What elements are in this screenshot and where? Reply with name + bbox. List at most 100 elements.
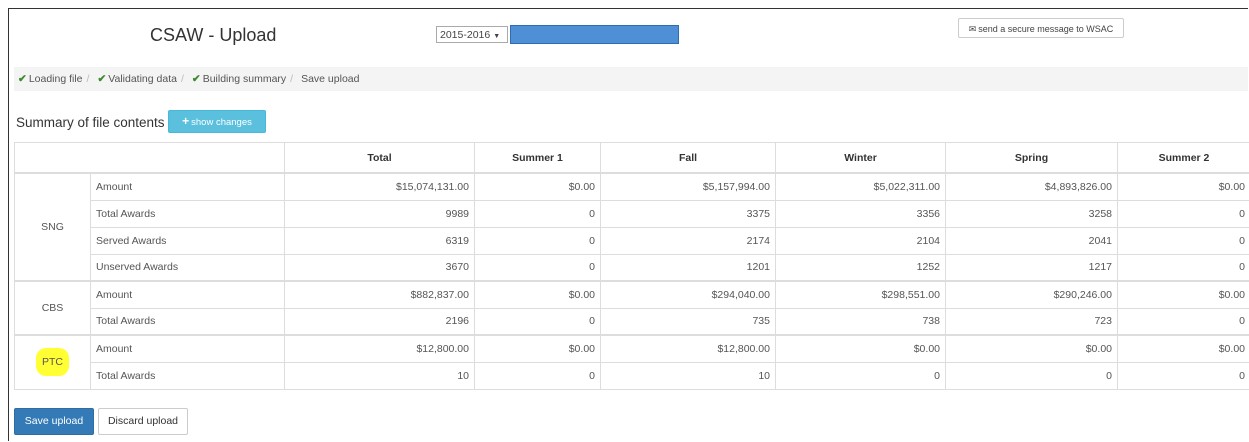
table-cell: 1201 <box>600 253 776 282</box>
send-message-button[interactable]: ✉ send a secure message to WSAC <box>958 18 1124 38</box>
row-label: Total Awards <box>90 307 285 336</box>
table-cell: $0.00 <box>474 334 601 363</box>
year-select-value: 2015-2016 <box>440 29 491 41</box>
show-changes-button[interactable]: + show changes <box>168 110 266 133</box>
table-cell: 2196 <box>284 307 475 336</box>
row-label: Amount <box>90 334 285 363</box>
table-cell: $5,022,311.00 <box>775 172 946 201</box>
breadcrumb-item[interactable]: ✔ Building summary / <box>188 67 297 91</box>
table-row: PTC Amount $12,800.00 $0.00 $12,800.00 $0.00 $… <box>14 334 1249 390</box>
discard-upload-button[interactable]: Discard upload <box>98 408 188 435</box>
table-cell: 0 <box>474 253 601 282</box>
table-cell: 0 <box>474 199 601 228</box>
table-cell: 0 <box>474 226 601 255</box>
column-header: Winter <box>775 142 946 174</box>
group-cell: PTC <box>14 334 91 390</box>
show-changes-label: show changes <box>191 117 252 128</box>
table-cell: 723 <box>945 307 1118 336</box>
breadcrumb-item[interactable]: ✔ Loading file / <box>14 67 93 91</box>
breadcrumb-label: Loading file <box>28 73 83 85</box>
breadcrumb-item[interactable]: Save upload <box>297 67 359 91</box>
table-cell: 3258 <box>945 199 1118 228</box>
table-cell: $5,157,994.00 <box>600 172 776 201</box>
table-cell: 0 <box>775 361 946 390</box>
table-cell: 0 <box>1117 361 1249 390</box>
table-cell: 0 <box>474 307 601 336</box>
table-cell: 0 <box>1117 307 1249 336</box>
save-upload-button[interactable]: Save upload <box>14 408 94 435</box>
table-cell: $0.00 <box>1117 334 1249 363</box>
table-cell: 735 <box>600 307 776 336</box>
send-message-label: send a secure message to WSAC <box>978 24 1114 34</box>
column-header <box>14 142 91 174</box>
breadcrumb-separator: / <box>180 73 184 85</box>
breadcrumb-label: Save upload <box>301 73 360 85</box>
table-row: SNG Amount $15,074,131.00 $0.00 $5,157,994.0… <box>14 172 1249 282</box>
table-cell: $0.00 <box>1117 172 1249 201</box>
table-cell: $4,893,826.00 <box>945 172 1118 201</box>
envelope-icon: ✉ <box>968 24 977 34</box>
column-header: Total <box>284 142 475 174</box>
check-icon: ✔ <box>18 73 27 85</box>
table-cell: $0.00 <box>474 280 601 309</box>
summary-table: Total Summer 1 Fall Winter Spring Summer 2 SN… <box>14 142 1249 390</box>
page-title: CSAW - Upload <box>150 25 277 45</box>
table-row: Total Awards 2196 0 735 738 723 0 <box>15 307 1249 336</box>
table-cell: 2041 <box>945 226 1118 255</box>
table-cell: 3356 <box>775 199 946 228</box>
table-cell: $12,800.00 <box>284 334 475 363</box>
table-cell: $298,551.00 <box>775 280 946 309</box>
row-label: Total Awards <box>90 199 285 228</box>
table-cell: 0 <box>945 361 1118 390</box>
column-header: Fall <box>600 142 776 174</box>
table-cell: 0 <box>1117 226 1249 255</box>
table-cell: 9989 <box>284 199 475 228</box>
check-icon: ✔ <box>97 73 107 85</box>
table-row: Unserved Awards 3670 0 1201 1252 1217 0 <box>15 253 1249 282</box>
group-cell: CBS <box>14 280 91 336</box>
row-label: Total Awards <box>90 361 285 390</box>
breadcrumb-item[interactable]: ✔ Validating data / <box>93 67 187 91</box>
check-icon: ✔ <box>191 73 201 85</box>
table-cell: 1252 <box>775 253 946 282</box>
table-row: CBS Amount $882,837.00 $0.00 $294,040.00 $298… <box>14 280 1249 336</box>
table-row: Served Awards 6319 0 2174 2104 2041 0 <box>15 226 1249 255</box>
table-row: Total Awards 10 0 10 0 0 0 <box>15 361 1249 390</box>
row-label: Amount <box>90 280 285 309</box>
table-cell: $882,837.00 <box>284 280 475 309</box>
breadcrumb: ✔ Loading file / ✔ Validating data / ✔ Building… <box>14 67 1248 91</box>
table-cell: 3375 <box>600 199 776 228</box>
table-header-row: Total Summer 1 Fall Winter Spring Summer 2 <box>14 142 1249 174</box>
group-cell: SNG <box>14 172 91 282</box>
group-label: SNG <box>41 221 64 233</box>
table-cell: $12,800.00 <box>600 334 776 363</box>
column-header: Summer 2 <box>1117 142 1249 174</box>
row-label: Amount <box>90 172 285 201</box>
table-cell: 0 <box>1117 253 1249 282</box>
column-header: Spring <box>945 142 1118 174</box>
column-header <box>90 142 285 174</box>
row-label: Unserved Awards <box>90 253 285 282</box>
table-cell: $0.00 <box>474 172 601 201</box>
table-cell: $0.00 <box>945 334 1118 363</box>
table-cell: $290,246.00 <box>945 280 1118 309</box>
breadcrumb-label: Validating data <box>108 73 177 85</box>
redacted-field <box>510 25 679 44</box>
table-cell: 6319 <box>284 226 475 255</box>
year-select[interactable]: 2015-2016 ▼ <box>436 26 508 43</box>
table-cell: 10 <box>600 361 776 390</box>
table-cell: 3670 <box>284 253 475 282</box>
summary-title: Summary of file contents <box>16 115 165 130</box>
column-header: Summer 1 <box>474 142 601 174</box>
table-cell: 2174 <box>600 226 776 255</box>
chevron-down-icon: ▼ <box>493 33 501 40</box>
table-cell: $294,040.00 <box>600 280 776 309</box>
table-cell: $0.00 <box>1117 280 1249 309</box>
row-label: Served Awards <box>90 226 285 255</box>
group-label: PTC <box>36 348 69 377</box>
table-cell: 0 <box>474 361 601 390</box>
table-row: Total Awards 9989 0 3375 3356 3258 0 <box>15 199 1249 228</box>
group-label: CBS <box>41 302 64 314</box>
table-cell: 738 <box>775 307 946 336</box>
table-cell: 1217 <box>945 253 1118 282</box>
